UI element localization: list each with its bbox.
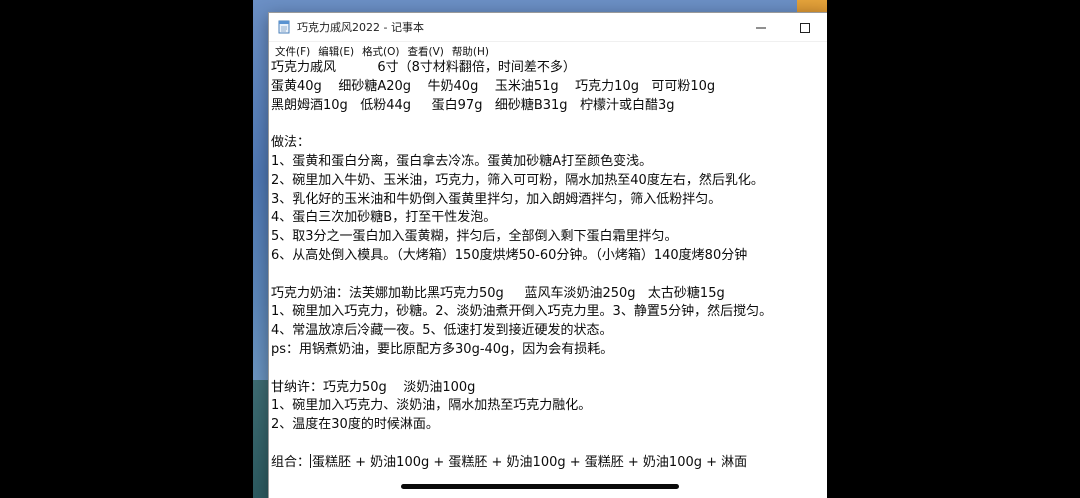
menu-help[interactable]: 帮助(H) (450, 44, 495, 59)
text-line: 4、蛋白三次加砂糖B，打至干性发泡。 (271, 210, 497, 226)
menu-file[interactable]: 文件(F) (273, 44, 316, 59)
text-line: 黑朗姆酒10g 低粉44g 蛋白97g 细砂糖B31g 柠檬汁或白醋3g (271, 97, 675, 113)
text-line: 巧克力奶油：法芙娜加勒比黑巧克力50g 蓝风车淡奶油250g 太古砂糖15g (271, 285, 725, 301)
notepad-icon (277, 20, 291, 34)
text-line: 1、碗里加入巧克力，砂糖。2、淡奶油煮开倒入巧克力里。3、静置5分钟，然后搅匀。 (271, 304, 773, 320)
text-line: 做法： (271, 135, 311, 151)
text-line: 4、常温放凉后冷藏一夜。5、低速打发到接近硬发的状态。 (271, 323, 613, 339)
text-line: 6、从高处倒入模具。（大烤箱）150度烘烤50-60分钟。（小烤箱）140度烤8… (271, 247, 748, 263)
text-line: ps：用锅煮奶油，要比原配方多30g-40g，因为会有损耗。 (271, 341, 614, 357)
text-line (271, 435, 827, 454)
menu-format[interactable]: 格式(O) (360, 44, 405, 59)
text-line: 组合： 蛋糕胚 + 奶油100g + 蛋糕胚 + 奶油100g + 蛋糕胚 + 奶… (271, 453, 827, 473)
text-line: 3、乳化好的玉米油和牛奶倒入蛋黄里拌匀，加入朗姆酒拌匀，筛入低粉拌匀。 (271, 191, 722, 207)
text-line: 组合： (271, 454, 311, 470)
text-line (271, 360, 827, 379)
text-line: 5、取3分之一蛋白加入蛋黄糊，拌匀后，全部倒入剩下蛋白霜里拌匀。 (271, 229, 678, 245)
text-line: 1、碗里加入巧克力、淡奶油，隔水加热至巧克力融化。 (271, 398, 592, 414)
window-title: 巧克力戚风2022 - 记事本 (297, 21, 424, 34)
title-bar[interactable]: 巧克力戚风2022 - 记事本 (269, 13, 827, 42)
menu-view[interactable]: 查看(V) (406, 44, 450, 59)
text-line: 1、蛋黄和蛋白分离，蛋白拿去冷冻。蛋黄加砂糖A打至颜色变浅。 (271, 153, 653, 169)
minimize-icon (756, 18, 766, 37)
home-indicator[interactable] (401, 484, 679, 489)
desktop-background: 巧克力戚风2022 - 记事本 文件(F) 编辑(E) 格式(O) 查看(V) (253, 0, 827, 498)
text-line: 2、温度在30度的时候淋面。 (271, 417, 439, 433)
text-caret (310, 453, 312, 468)
notepad-window[interactable]: 巧克力戚风2022 - 记事本 文件(F) 编辑(E) 格式(O) 查看(V) (268, 12, 827, 498)
text-line: 蛋黄40g 细砂糖A20g 牛奶40g 玉米油51g 巧克力10g 可可粉10g (271, 78, 716, 94)
menu-bar: 文件(F) 编辑(E) 格式(O) 查看(V) 帮助(H) (269, 42, 827, 60)
maximize-button[interactable] (783, 13, 827, 41)
text-line: 甘纳许：巧克力50g 淡奶油100g (271, 379, 476, 395)
maximize-icon (800, 18, 810, 37)
menu-edit[interactable]: 编辑(E) (316, 44, 360, 59)
text-line: 巧克力戚风 6寸（8寸材料翻倍，时间差不多） (271, 60, 576, 75)
text-editor[interactable]: 巧克力戚风 6寸（8寸材料翻倍，时间差不多） 蛋黄40g 细砂糖A20g 牛奶4… (269, 59, 827, 498)
text-line: 蛋糕胚 + 奶油100g + 蛋糕胚 + 奶油100g + 蛋糕胚 + 奶油10… (312, 454, 748, 470)
text-line (271, 115, 827, 134)
minimize-button[interactable] (739, 13, 783, 41)
text-line: 2、碗里加入牛奶、玉米油，巧克力，筛入可可粉，隔水加热至40度左右，然后乳化。 (271, 172, 764, 188)
text-line (271, 266, 827, 285)
